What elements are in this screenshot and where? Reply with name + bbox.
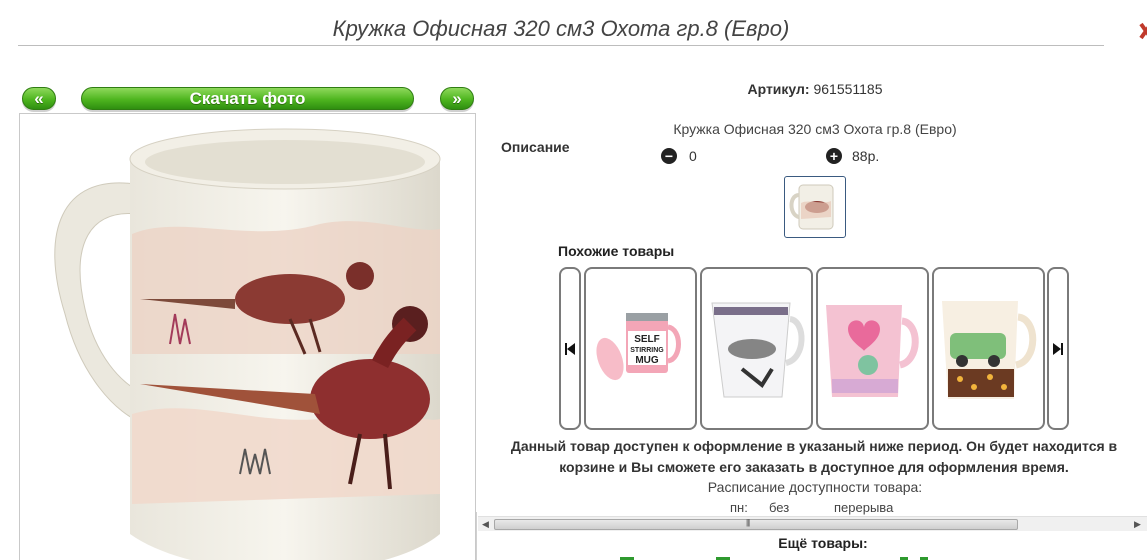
similar-item-self-stirring-mug[interactable]: SELF STIRRING MUG: [584, 267, 697, 430]
plus-icon[interactable]: +: [826, 148, 842, 164]
svg-text:SELF: SELF: [634, 334, 660, 345]
article-label: Артикул:: [747, 81, 810, 97]
column-divider: [476, 512, 477, 560]
quantity-value: 0: [689, 148, 697, 164]
price-control: + 88р.: [826, 148, 879, 164]
similar-products-title: Похожие товары: [558, 243, 675, 259]
svg-text:STIRRING: STIRRING: [630, 347, 664, 354]
similar-item-retro-car-mug[interactable]: [932, 267, 1045, 430]
skip-forward-icon: [1053, 342, 1063, 355]
description-text: Кружка Офисная 320 см3 Охота гр.8 (Евро): [673, 121, 957, 137]
scroll-left-icon[interactable]: ◀: [482, 519, 489, 530]
retro-car-mug-image: [942, 301, 1037, 399]
price-value: 88р.: [852, 148, 880, 164]
scroll-right-icon[interactable]: ▶: [1134, 519, 1141, 530]
minus-icon[interactable]: −: [661, 148, 677, 164]
prev-photo-button[interactable]: «: [22, 87, 56, 110]
horizontal-scrollbar[interactable]: ◀ ||| ▶: [478, 516, 1147, 531]
mug-image: [54, 128, 441, 560]
heart-flower-mug-image: [826, 305, 919, 397]
schedule-day: пн:: [730, 500, 748, 515]
more-products-strip: [620, 557, 928, 560]
more-products-title: Ещё товары:: [778, 535, 868, 551]
quantity-control: − 0: [661, 148, 697, 164]
page-title: Кружка Офисная 320 см3 Охота гр.8 (Евро): [18, 14, 1104, 46]
product-thumbnail[interactable]: [784, 176, 846, 238]
download-photo-button[interactable]: Скачать фото: [81, 87, 414, 110]
carousel-next-button[interactable]: [1047, 267, 1069, 430]
description-label: Описание: [501, 139, 570, 155]
self-stirring-mug-image: SELF STIRRING MUG: [596, 313, 681, 381]
similar-item-fashion-mug[interactable]: [700, 267, 813, 430]
product-photo: [19, 113, 476, 560]
article-line: Артикул: 961551185: [600, 81, 1030, 97]
thumbnail-image: [789, 184, 834, 230]
scrollbar-thumb[interactable]: [494, 519, 1018, 530]
scrollbar-grip-icon: |||: [746, 518, 750, 527]
schedule-value-1: без: [769, 500, 790, 515]
schedule-row: пн: без перерыва: [730, 500, 893, 515]
svg-text:MUG: MUG: [635, 355, 659, 366]
similar-item-heart-flower-mug[interactable]: [816, 267, 929, 430]
fashion-mug-image: [711, 302, 805, 398]
carousel-prev-button[interactable]: [559, 267, 581, 430]
article-value: 961551185: [813, 81, 883, 97]
schedule-title: Расписание доступности товара:: [707, 479, 923, 495]
schedule-value-2: перерыва: [834, 500, 894, 515]
skip-back-icon: [565, 342, 575, 355]
next-photo-button[interactable]: »: [440, 87, 474, 110]
close-cross-icon[interactable]: [1139, 18, 1147, 48]
availability-notice: Данный товар доступен к оформление в ука…: [510, 438, 1118, 475]
